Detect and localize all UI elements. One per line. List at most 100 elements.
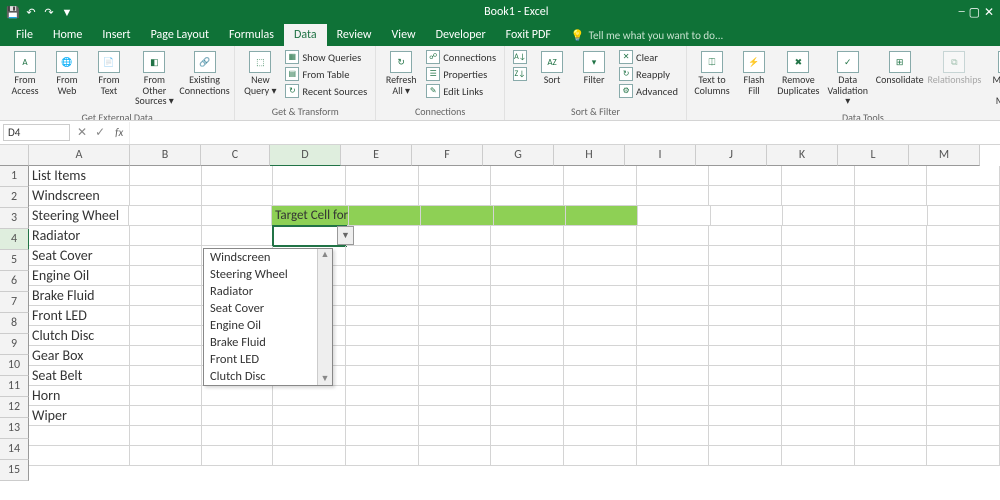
tab-home[interactable]: Home	[43, 24, 92, 46]
cell-M15[interactable]	[927, 446, 1000, 466]
cell-M6[interactable]	[927, 266, 1000, 286]
cell-A12[interactable]: Horn	[29, 386, 130, 406]
cell-B8[interactable]	[130, 306, 203, 326]
ribbon-btn-sort[interactable]: AZSort	[533, 49, 571, 88]
minimize-icon[interactable]: ─	[959, 5, 965, 20]
cell-F3[interactable]	[421, 206, 493, 226]
cell-I9[interactable]	[637, 326, 710, 346]
cell-L12[interactable]	[855, 386, 928, 406]
cell-K15[interactable]	[782, 446, 855, 466]
cell-D15[interactable]	[273, 446, 346, 466]
cell-M14[interactable]	[927, 426, 1000, 446]
dropdown-option[interactable]: Engine Oil	[204, 317, 317, 334]
cell-I12[interactable]	[637, 386, 710, 406]
row-header-6[interactable]: 6	[0, 271, 29, 292]
row-header-3[interactable]: 3	[0, 208, 29, 229]
cell-K7[interactable]	[782, 286, 855, 306]
col-header-L[interactable]: L	[838, 145, 909, 166]
ribbon-btn-consolidate[interactable]: ⊞Consolidate	[876, 49, 924, 88]
cell-H7[interactable]	[564, 286, 637, 306]
cell-I15[interactable]	[637, 446, 710, 466]
row-header-13[interactable]: 13	[0, 418, 29, 439]
col-header-G[interactable]: G	[483, 145, 554, 166]
maximize-icon[interactable]: ▢	[969, 5, 980, 20]
row-header-10[interactable]: 10	[0, 355, 29, 376]
row-header-14[interactable]: 14	[0, 439, 29, 460]
tab-insert[interactable]: Insert	[92, 24, 140, 46]
name-box[interactable]: D4	[3, 124, 70, 141]
cell-L9[interactable]	[855, 326, 928, 346]
dropdown-option[interactable]: Windscreen	[204, 249, 317, 266]
row-header-8[interactable]: 8	[0, 313, 29, 334]
cell-L14[interactable]	[855, 426, 928, 446]
col-header-H[interactable]: H	[554, 145, 625, 166]
cell-H4[interactable]	[564, 226, 637, 246]
cell-F2[interactable]	[419, 186, 492, 206]
cell-B14[interactable]	[130, 426, 203, 446]
fx-icon[interactable]: fx	[109, 126, 129, 139]
cell-G10[interactable]	[491, 346, 564, 366]
row-header-2[interactable]: 2	[0, 187, 29, 208]
cell-L13[interactable]	[855, 406, 928, 426]
cell-J14[interactable]	[709, 426, 782, 446]
dropdown-option[interactable]: Clutch Disc	[204, 368, 317, 385]
ribbon-btn-from-web[interactable]: 🌐From Web	[48, 49, 86, 98]
cell-C2[interactable]	[202, 186, 273, 206]
cell-J12[interactable]	[709, 386, 782, 406]
dropdown-scrollbar[interactable]: ▲▼	[317, 249, 332, 385]
cell-I1[interactable]	[637, 166, 710, 186]
cell-L3[interactable]	[855, 206, 927, 226]
cell-L1[interactable]	[855, 166, 928, 186]
cell-B10[interactable]	[130, 346, 203, 366]
cell-G15[interactable]	[491, 446, 564, 466]
col-header-B[interactable]: B	[130, 145, 201, 166]
cell-C4[interactable]	[202, 226, 273, 246]
cell-A7[interactable]: Brake Fluid	[29, 286, 130, 306]
ribbon-btn-edit-links[interactable]: ✎Edit Links	[424, 83, 498, 99]
cell-D12[interactable]	[273, 386, 346, 406]
cell-F4[interactable]	[419, 226, 492, 246]
cell-E7[interactable]	[346, 286, 419, 306]
cell-M8[interactable]	[927, 306, 1000, 326]
cell-I3[interactable]	[638, 206, 710, 226]
dropdown-option[interactable]: Brake Fluid	[204, 334, 317, 351]
cell-E2[interactable]	[346, 186, 419, 206]
cell-L2[interactable]	[855, 186, 928, 206]
cell-K14[interactable]	[782, 426, 855, 446]
cell-K12[interactable]	[782, 386, 855, 406]
cell-J3[interactable]	[711, 206, 783, 226]
cell-C1[interactable]	[202, 166, 273, 186]
ribbon-btn-new-query-[interactable]: ⬚New Query ▾	[241, 49, 279, 98]
cell-F9[interactable]	[419, 326, 492, 346]
cell-F6[interactable]	[419, 266, 492, 286]
cell-M2[interactable]	[927, 186, 1000, 206]
validation-dropdown[interactable]: WindscreenSteering WheelRadiatorSeat Cov…	[203, 248, 333, 386]
cell-B7[interactable]	[130, 286, 203, 306]
cell-F10[interactable]	[419, 346, 492, 366]
cell-H9[interactable]	[564, 326, 637, 346]
tab-view[interactable]: View	[382, 24, 426, 46]
cell-B6[interactable]	[130, 266, 203, 286]
cell-F11[interactable]	[419, 366, 492, 386]
cell-F12[interactable]	[419, 386, 492, 406]
tab-data[interactable]: Data	[284, 24, 327, 46]
cell-M12[interactable]	[927, 386, 1000, 406]
cell-K9[interactable]	[782, 326, 855, 346]
cell-J15[interactable]	[709, 446, 782, 466]
cell-D14[interactable]	[273, 426, 346, 446]
cell-B15[interactable]	[130, 446, 203, 466]
cell-L6[interactable]	[855, 266, 928, 286]
tab-page-layout[interactable]: Page Layout	[141, 24, 219, 46]
cell-G12[interactable]	[491, 386, 564, 406]
cell-A3[interactable]: Steering Wheel	[29, 206, 129, 226]
cell-A15[interactable]	[29, 446, 130, 466]
cell-I5[interactable]	[637, 246, 710, 266]
dropdown-option[interactable]: Steering Wheel	[204, 266, 317, 283]
row-header-9[interactable]: 9	[0, 334, 29, 355]
cell-I2[interactable]	[637, 186, 710, 206]
cell-B4[interactable]	[130, 226, 203, 246]
cell-C14[interactable]	[202, 426, 273, 446]
ribbon-btn-reapply[interactable]: ↻Reapply	[617, 66, 680, 82]
cell-H3[interactable]	[566, 206, 638, 226]
cell-F5[interactable]	[419, 246, 492, 266]
